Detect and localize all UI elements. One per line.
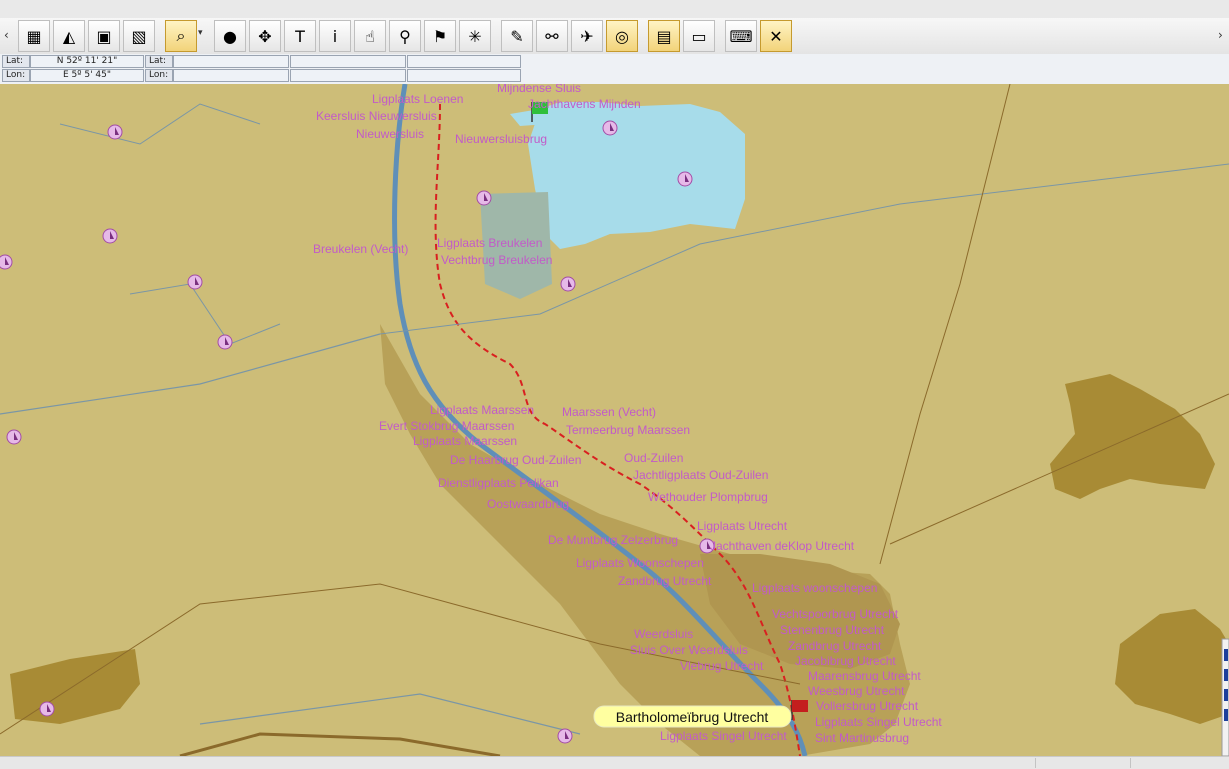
- place-label[interactable]: Wethouder Plompbrug: [648, 490, 768, 504]
- place-label[interactable]: Vlebrug Utrecht: [680, 659, 764, 673]
- picture-icon[interactable]: ▧: [123, 20, 155, 52]
- sparkle-icon[interactable]: ✳: [459, 20, 491, 52]
- place-label[interactable]: Termeerbrug Maarssen: [566, 423, 690, 437]
- flag-icon[interactable]: ⚑: [424, 20, 456, 52]
- lat-label: Lat:: [2, 55, 30, 68]
- place-label[interactable]: Zandbrug Utrecht: [788, 639, 882, 653]
- place-label[interactable]: De Muntbrug Zelzerbrug: [548, 533, 678, 547]
- highlighted-label[interactable]: Bartholomeïbrug Utrecht: [593, 705, 792, 728]
- place-label[interactable]: Ligplaats Maarssen: [430, 403, 534, 417]
- lat2-value: [173, 55, 289, 68]
- aux-field-4: [407, 69, 521, 82]
- marina-sailboat-icon[interactable]: [602, 120, 618, 136]
- title-strip: [0, 0, 1229, 19]
- place-label[interactable]: Evert Stokbrug Maarssen: [379, 419, 514, 433]
- place-label[interactable]: Jachthavens Mijnden: [528, 97, 641, 111]
- satellite-icon[interactable]: ✈: [571, 20, 603, 52]
- main-toolbar: ‹ ▦ ◭ ▣ ▧ ⌕ ● ✥ Ti ☝ ⚲ ⚑ ✳ ✎ ⚯ ✈ ◎ ▤ ▭ ⌨ ✕ ▾ ›: [0, 18, 1229, 55]
- place-label[interactable]: Ligplaats Woonschepen: [576, 556, 704, 570]
- lon2-value: [173, 69, 289, 82]
- map-svg[interactable]: Mijndense Sluis Jachthavens Mijnden Keersl…: [0, 84, 1229, 756]
- aux-field-1: [290, 55, 406, 68]
- monitor-icon[interactable]: ▭: [683, 20, 715, 52]
- place-label[interactable]: Jachthaven deKlop Utrecht: [710, 539, 855, 553]
- toolbar-scroll-left-icon[interactable]: ‹: [4, 28, 9, 42]
- place-label[interactable]: Weesbrug Utrecht: [808, 684, 905, 698]
- keyboard-icon[interactable]: ⌨: [725, 20, 757, 52]
- info-icon[interactable]: i: [319, 20, 351, 52]
- fullscreen-icon[interactable]: ✕: [760, 20, 792, 52]
- lon-label: Lon:: [2, 69, 30, 82]
- map-canvas[interactable]: Mijndense Sluis Jachthavens Mijnden Keersl…: [0, 84, 1229, 756]
- place-label[interactable]: Zandbrug Utrecht: [618, 574, 712, 588]
- marina-sailboat-icon[interactable]: [6, 429, 22, 445]
- highlighted-label-text: Bartholomeïbrug Utrecht: [616, 709, 769, 725]
- place-label[interactable]: Weerdsluis: [634, 627, 693, 641]
- text-tool-icon[interactable]: T: [284, 20, 316, 52]
- place-label[interactable]: Vollersbrug Utrecht: [816, 699, 919, 713]
- marina-sailboat-icon[interactable]: [187, 274, 203, 290]
- marina-sailboat-icon[interactable]: [476, 190, 492, 206]
- pan-move-icon[interactable]: ✥: [249, 20, 281, 52]
- save-icon[interactable]: ▣: [88, 20, 120, 52]
- measure-icon[interactable]: ⚯: [536, 20, 568, 52]
- place-label[interactable]: Dienstligplaats Pelikan: [438, 476, 559, 490]
- chart-layer-icon[interactable]: ▤: [648, 20, 680, 52]
- map-open-icon[interactable]: ▦: [18, 20, 50, 52]
- zoom-icon[interactable]: ⌕: [165, 20, 197, 52]
- zoom-dropdown-icon[interactable]: ▾: [198, 28, 203, 38]
- place-label[interactable]: Breukelen (Vecht): [313, 242, 408, 256]
- place-label[interactable]: Sluis Over Weerdsluis: [630, 643, 748, 657]
- place-label[interactable]: Ligplaats Singel Utrecht: [660, 729, 787, 743]
- place-label[interactable]: Ligplaats Utrecht: [697, 519, 788, 533]
- place-label[interactable]: Nieuwersluisbrug: [455, 132, 547, 146]
- coordinate-bar: Lat: N 52º 11' 21" Lat: Lon: E 5º 5' 45"…: [0, 54, 1229, 137]
- place-label[interactable]: Jacobibrug Utrecht: [795, 654, 896, 668]
- place-label[interactable]: Ligplaats woonschepen: [752, 581, 877, 595]
- globe-icon[interactable]: ●: [214, 20, 246, 52]
- status-bar: [0, 756, 1229, 769]
- lon2-label: Lon:: [145, 69, 173, 82]
- marina-sailboat-icon[interactable]: [107, 124, 123, 140]
- status-cell-1: [1035, 758, 1130, 768]
- terrain-icon[interactable]: ◭: [53, 20, 85, 52]
- place-label[interactable]: Oud-Zuilen: [624, 451, 683, 465]
- marina-sailboat-icon[interactable]: [102, 228, 118, 244]
- place-label[interactable]: Mijndense Sluis: [497, 84, 581, 95]
- marina-sailboat-icon[interactable]: [0, 254, 13, 270]
- toolbar-scroll-right-icon[interactable]: ›: [1218, 28, 1223, 42]
- place-label[interactable]: Maarssen (Vecht): [562, 405, 656, 419]
- place-label[interactable]: Stenenbrug Utrecht: [780, 623, 885, 637]
- marina-sailboat-icon[interactable]: [217, 334, 233, 350]
- lat2-label: Lat:: [145, 55, 173, 68]
- marina-sailboat-icon[interactable]: [39, 701, 55, 717]
- lat-value: N 52º 11' 21": [30, 55, 144, 68]
- place-label[interactable]: Nieuwersluis: [356, 127, 424, 141]
- pointer-hand-icon[interactable]: ☝: [354, 20, 386, 52]
- place-label[interactable]: Oostwaardbrug: [487, 497, 569, 511]
- place-label[interactable]: Ligplaats Singel Utrecht: [815, 715, 942, 729]
- place-label[interactable]: Sint Martinusbrug: [815, 731, 909, 745]
- place-label[interactable]: Keersluis Nieuwersluis: [316, 109, 437, 123]
- marina-sailboat-icon[interactable]: [560, 276, 576, 292]
- lon-value: E 5º 5' 45": [30, 69, 144, 82]
- aux-field-3: [290, 69, 406, 82]
- place-label[interactable]: Ligplaats Breukelen: [437, 236, 542, 250]
- place-label[interactable]: Vechtspoorbrug Utrecht: [772, 607, 899, 621]
- route-tool-icon[interactable]: ✎: [501, 20, 533, 52]
- place-label[interactable]: Jachtligplaats Oud-Zuilen: [633, 468, 768, 482]
- place-label[interactable]: De Haarbrug Oud-Zuilen: [450, 453, 581, 467]
- marina-sailboat-icon[interactable]: [677, 171, 693, 187]
- aux-field-2: [407, 55, 521, 68]
- place-label[interactable]: Vechtbrug Breukelen: [441, 253, 552, 267]
- status-cell-2: [1130, 758, 1229, 768]
- right-scrollbar-widget[interactable]: [1221, 638, 1229, 756]
- place-label[interactable]: Maarensbrug Utrecht: [808, 669, 921, 683]
- gps-target-icon[interactable]: ◎: [606, 20, 638, 52]
- place-label[interactable]: Ligplaats Loenen: [372, 92, 463, 106]
- place-label[interactable]: Ligplaats Maarssen: [413, 434, 517, 448]
- marina-sailboat-icon[interactable]: [557, 728, 573, 744]
- pushpin-icon[interactable]: ⚲: [389, 20, 421, 52]
